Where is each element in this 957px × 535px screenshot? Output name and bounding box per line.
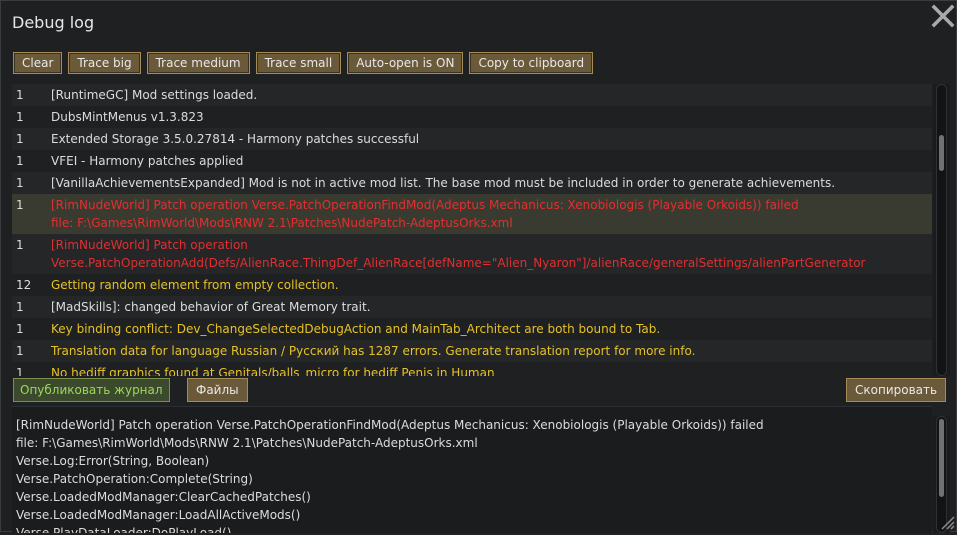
log-row-count: 1 — [16, 132, 24, 146]
log-row-count: 1 — [16, 176, 24, 190]
log-row-count: 1 — [16, 110, 24, 124]
log-row-message: VFEI - Harmony patches applied — [51, 152, 932, 170]
log-row[interactable]: 1 Extended Storage 3.5.0.27814 - Harmony … — [12, 128, 932, 150]
detail-line: [RimNudeWorld] Patch operation Verse.Pat… — [16, 418, 764, 432]
log-row-count: 1 — [16, 198, 24, 212]
log-row[interactable]: 1 Translation data for language Russian /… — [12, 340, 932, 362]
detail-line: file: F:\Games\RimWorld\Mods\RNW 2.1\Pat… — [16, 436, 478, 450]
log-row-message-line: VFEI - Harmony patches applied — [51, 154, 244, 168]
bottom-bar: Опубликовать журнал Файлы Скопировать — [13, 378, 950, 402]
log-row-message: [RuntimeGC] Mod settings loaded. — [51, 86, 932, 104]
detail-line: Verse.LoadedModManager:ClearCachedPatche… — [16, 490, 311, 504]
log-row-count: 1 — [16, 88, 24, 102]
log-row-message-line: Verse.PatchOperationAdd(Defs/AlienRace.T… — [51, 256, 866, 270]
trace-big-button[interactable]: Trace big — [68, 52, 141, 74]
log-scroll-track[interactable] — [936, 84, 947, 376]
copy-button[interactable]: Скопировать — [846, 378, 947, 402]
debug-log-window: Debug log Clear Trace big Trace medium T… — [0, 0, 957, 533]
copy-to-clipboard-button[interactable]: Copy to clipboard — [469, 52, 594, 74]
log-row-count: 1 — [16, 238, 24, 252]
log-row-message: Key binding conflict: Dev_ChangeSelected… — [51, 320, 932, 338]
log-row-count: 12 — [16, 278, 32, 292]
log-row-message: Extended Storage 3.5.0.27814 - Harmony p… — [51, 130, 932, 148]
log-row[interactable]: 1 [MadSkills]: changed behavior of Great … — [12, 296, 932, 318]
log-row-message: [MadSkills]: changed behavior of Great M… — [51, 298, 932, 316]
log-list: 1 [RuntimeGC] Mod settings loaded. 1 DubsMi… — [12, 84, 932, 376]
log-row-count: 1 — [16, 366, 24, 376]
log-row-message-line: Key binding conflict: Dev_ChangeSelected… — [51, 322, 661, 336]
files-button[interactable]: Файлы — [187, 378, 248, 402]
log-row-message-line: [VanillaAchievementsExpanded] Mod is not… — [51, 176, 836, 190]
log-row-message-line: file: F:\Games\RimWorld\Mods\RNW 2.1\Pat… — [51, 216, 513, 230]
log-row-count: 1 — [16, 154, 24, 168]
trace-medium-button[interactable]: Trace medium — [146, 52, 250, 74]
log-row-message-line: DubsMintMenus v1.3.823 — [51, 110, 204, 124]
log-row[interactable]: 1 Key binding conflict: Dev_ChangeSelecte… — [12, 318, 932, 340]
log-row-message: No hediff graphics found at Genitals/bal… — [51, 364, 932, 376]
log-row-message-line: [RimNudeWorld] Patch operation Verse.Pat… — [51, 198, 799, 212]
window-title: Debug log — [12, 13, 95, 32]
log-row-message-line: [MadSkills]: changed behavior of Great M… — [51, 300, 371, 314]
log-row-message: [VanillaAchievementsExpanded] Mod is not… — [51, 174, 932, 192]
log-row-count: 1 — [16, 344, 24, 358]
log-row-count: 1 — [16, 322, 24, 336]
log-row-count: 1 — [16, 300, 24, 314]
auto-open-button[interactable]: Auto-open is ON — [347, 52, 464, 74]
publish-log-button[interactable]: Опубликовать журнал — [13, 378, 170, 402]
log-scrollbar[interactable] — [933, 84, 950, 376]
log-row[interactable]: 1 [RuntimeGC] Mod settings loaded. — [12, 84, 932, 106]
clear-button[interactable]: Clear — [13, 52, 63, 74]
log-row[interactable]: 1 [RimNudeWorld] Patch operation Verse.Pa… — [12, 194, 932, 234]
detail-line: Verse.PatchOperation:Complete(String) — [16, 472, 253, 486]
close-icon[interactable] — [930, 3, 956, 29]
log-row-message: [RimNudeWorld] Patch operation Verse.Pat… — [51, 196, 932, 232]
detail-panel: [RimNudeWorld] Patch operation Verse.Pat… — [12, 406, 932, 533]
log-row[interactable]: 1 [RimNudeWorld] Patch operation Verse.Pat… — [12, 234, 932, 274]
trace-small-button[interactable]: Trace small — [255, 52, 342, 74]
log-row[interactable]: 1 [VanillaAchievementsExpanded] Mod is no… — [12, 172, 932, 194]
log-row-message-line: No hediff graphics found at Genitals/bal… — [51, 366, 495, 376]
log-row-message: DubsMintMenus v1.3.823 — [51, 108, 932, 126]
log-row[interactable]: 1 DubsMintMenus v1.3.823 — [12, 106, 932, 128]
log-row[interactable]: 12 Getting random element from empty coll… — [12, 274, 932, 296]
log-row-message: Getting random element from empty collec… — [51, 276, 932, 294]
log-row-message: Translation data for language Russian / … — [51, 342, 932, 360]
log-scroll-thumb[interactable] — [939, 135, 944, 171]
detail-scroll-thumb[interactable] — [939, 419, 944, 497]
log-row-message-line: [RuntimeGC] Mod settings loaded. — [51, 88, 258, 102]
detail-line: Verse.LoadedModManager:LoadAllActiveMods… — [16, 508, 301, 522]
toolbar: Clear Trace big Trace medium Trace small… — [13, 52, 594, 74]
resize-grip-icon[interactable] — [936, 513, 956, 531]
detail-line: Verse.Log:Error(String, Boolean) — [16, 454, 210, 468]
log-row-message-line: Extended Storage 3.5.0.27814 - Harmony p… — [51, 132, 420, 146]
log-row[interactable]: 1 VFEI - Harmony patches applied — [12, 150, 932, 172]
log-row[interactable]: 1 No hediff graphics found at Genitals/ba… — [12, 362, 932, 376]
log-row-message-line: Translation data for language Russian / … — [51, 344, 696, 358]
log-row-message: [RimNudeWorld] Patch operation Verse.Patc… — [51, 236, 932, 272]
log-row-message-line: Getting random element from empty collec… — [51, 278, 339, 292]
log-row-message-line: [RimNudeWorld] Patch operation — [51, 238, 248, 252]
